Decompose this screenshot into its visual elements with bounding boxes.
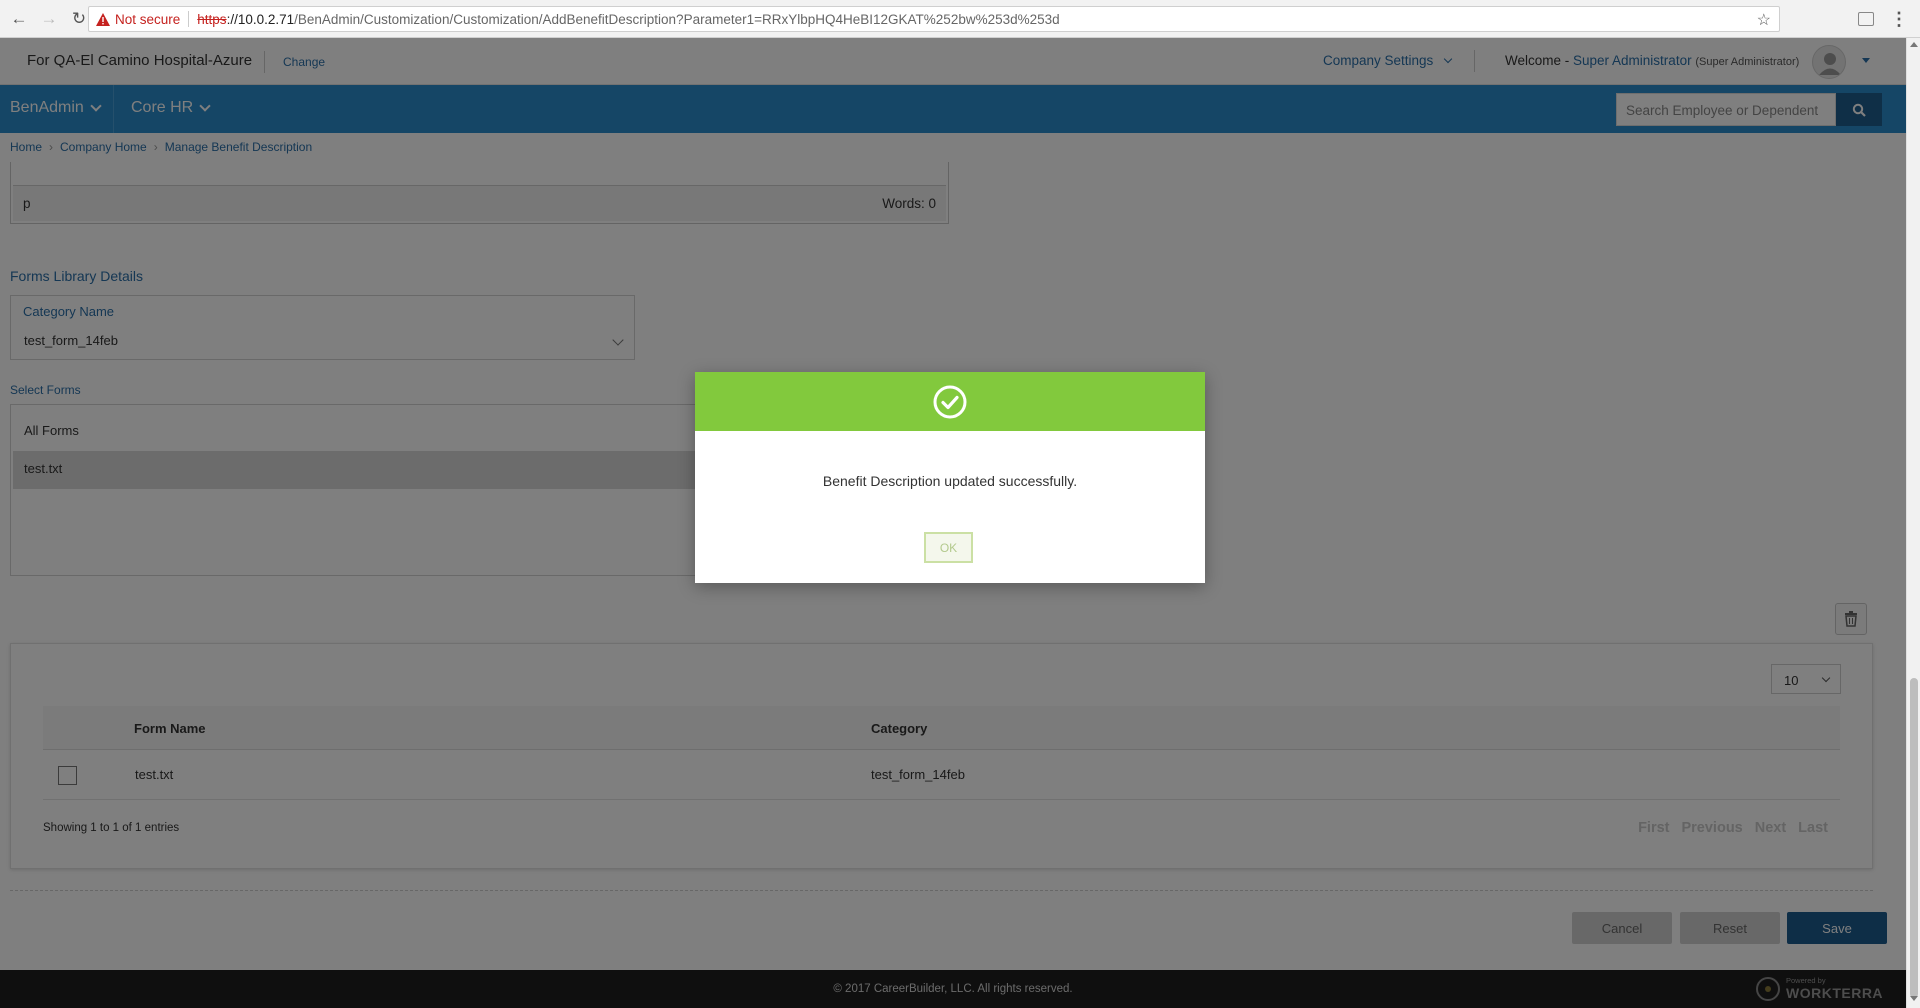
url-scheme: https xyxy=(197,11,227,27)
page-scrollbar[interactable] xyxy=(1906,38,1920,1008)
url-host: ://10.0.2.71 xyxy=(226,11,295,27)
success-dialog: Benefit Description updated successfully… xyxy=(695,372,1205,583)
omnibox-divider xyxy=(188,11,190,27)
browser-menu-icon[interactable]: ⋮ xyxy=(1890,9,1908,30)
dialog-message: Benefit Description updated successfully… xyxy=(822,473,1078,489)
extension-icon[interactable] xyxy=(1858,12,1874,26)
scrollbar-thumb[interactable] xyxy=(1910,678,1918,998)
back-icon[interactable]: ← xyxy=(8,8,30,30)
scroll-up-icon[interactable] xyxy=(1910,42,1918,47)
warning-icon xyxy=(95,12,110,27)
scroll-down-icon[interactable] xyxy=(1910,996,1918,1001)
ok-button[interactable]: OK xyxy=(924,532,973,563)
url-path: /BenAdmin/Customization/Customization/Ad… xyxy=(294,11,1060,27)
bookmark-star-icon[interactable]: ☆ xyxy=(1757,10,1771,30)
forward-icon[interactable]: → xyxy=(38,8,60,30)
reload-icon[interactable]: ↻ xyxy=(68,8,90,30)
not-secure-label: Not secure xyxy=(115,11,181,27)
check-circle-icon xyxy=(933,385,967,418)
browser-toolbar: ← → ↻ Not secure https://10.0.2.71/BenAd… xyxy=(0,0,1920,38)
dialog-header xyxy=(695,372,1205,431)
address-bar[interactable]: Not secure https://10.0.2.71/BenAdmin/Cu… xyxy=(88,6,1780,32)
